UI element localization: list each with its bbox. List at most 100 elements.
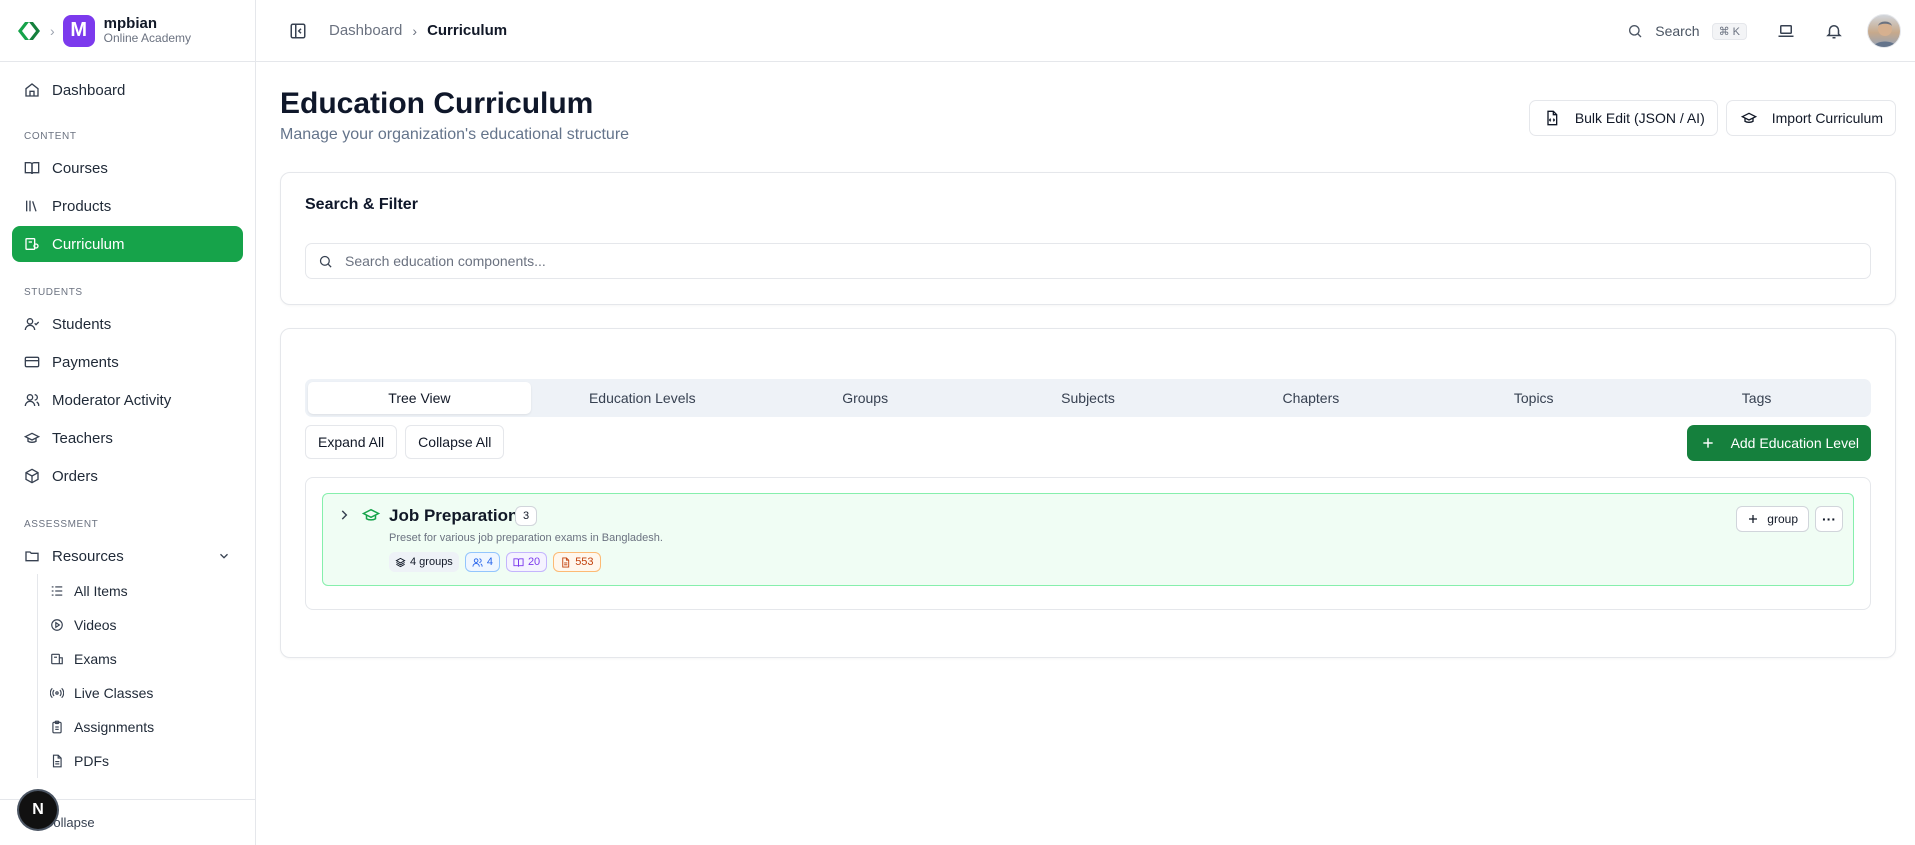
resources-subnav: All Items Videos Exams Live Classes Assi…	[37, 574, 243, 778]
tab-subjects[interactable]: Subjects	[977, 382, 1200, 414]
chevron-down-icon[interactable]	[217, 549, 231, 563]
tab-chapters[interactable]: Chapters	[1199, 382, 1422, 414]
bulk-edit-button[interactable]: Bulk Edit (JSON / AI)	[1528, 100, 1718, 136]
sidebar-item-label: Products	[52, 197, 112, 215]
chevron-right-icon: ›	[50, 22, 55, 39]
global-search-button[interactable]: Search ⌘ K	[1627, 22, 1747, 40]
sidebar-item-payments[interactable]: Payments	[12, 344, 243, 380]
users-icon	[472, 557, 483, 567]
node-description: Preset for various job preparation exams…	[389, 532, 663, 544]
tab-groups[interactable]: Groups	[754, 382, 977, 414]
org-switcher[interactable]: mpbian Online Academy	[104, 16, 191, 46]
graduation-cap-icon	[361, 508, 381, 521]
tab-tree-view[interactable]: Tree View	[308, 382, 531, 414]
file-code-icon	[1547, 110, 1558, 126]
org-subtitle: Online Academy	[103, 30, 192, 45]
folder-open-icon	[25, 551, 39, 562]
home-icon	[25, 83, 39, 97]
sidebar-item-assignments[interactable]: Assignments	[50, 710, 243, 744]
sidebar-item-label: Assignments	[74, 719, 155, 735]
sidebar-item-pdfs[interactable]: PDFs	[50, 744, 243, 778]
sidebar-item-dashboard[interactable]: Dashboard	[12, 72, 243, 108]
sidebar-item-students[interactable]: Students	[12, 306, 243, 342]
tab-tags[interactable]: Tags	[1645, 382, 1868, 414]
sidebar-item-live-classes[interactable]: Live Classes	[50, 676, 243, 710]
layers-icon	[395, 557, 406, 567]
breadcrumb-dashboard[interactable]: Dashboard	[329, 22, 402, 39]
section-label-content: CONTENT	[24, 130, 77, 142]
node-title: Job Preparation	[389, 506, 519, 525]
book-open-icon	[513, 557, 524, 567]
bell-icon[interactable]	[1825, 22, 1843, 40]
expand-all-button[interactable]: Expand All	[305, 425, 398, 459]
sidebar-item-curriculum[interactable]: Curriculum	[12, 226, 243, 262]
tab-topics[interactable]: Topics	[1422, 382, 1645, 414]
user-avatar[interactable]	[1867, 14, 1901, 48]
sidebar-item-orders[interactable]: Orders	[12, 458, 243, 494]
brand-logo-icon[interactable]	[16, 18, 42, 44]
package-icon	[25, 468, 39, 484]
add-group-button[interactable]: group	[1736, 506, 1809, 532]
sidebar-item-all-items[interactable]: All Items	[50, 574, 243, 608]
sidebar-header: › M mpbian Online Academy	[0, 0, 255, 62]
sidebar-item-label: Payments	[52, 353, 119, 371]
users-icon	[24, 394, 40, 407]
collapse-all-button[interactable]: Collapse All	[405, 425, 505, 459]
sidebar-item-courses[interactable]: Courses	[12, 150, 243, 186]
sidebar-item-label: Exams	[74, 651, 117, 667]
search-field	[305, 243, 1871, 279]
page-title: Education Curriculum	[280, 87, 594, 120]
plus-icon	[1749, 515, 1758, 523]
groups-count-badge: 4 groups	[389, 552, 459, 572]
add-education-level-label: Add Education Level	[1730, 435, 1859, 451]
file-text-icon	[562, 556, 570, 568]
sidebar-item-label: Teachers	[52, 429, 113, 447]
tab-education-levels[interactable]: Education Levels	[531, 382, 754, 414]
sidebar-item-label: PDFs	[74, 753, 109, 769]
sidebar-toggle-icon[interactable]	[289, 22, 307, 40]
import-curriculum-button[interactable]: Import Curriculum	[1725, 100, 1896, 136]
page-subtitle: Manage your organization's educational s…	[280, 126, 630, 143]
add-group-label: group	[1767, 512, 1798, 526]
topbar-actions: Search ⌘ K	[1627, 0, 1901, 62]
users-count-badge: 4	[464, 552, 500, 572]
curriculum-icon	[25, 238, 39, 250]
items-count-badge: 553	[553, 552, 601, 572]
sidebar-item-label: Resources	[52, 547, 124, 565]
sidebar-item-label: Dashboard	[52, 81, 126, 99]
sidebar-item-resources[interactable]: Resources	[12, 538, 243, 574]
users-count: 4	[486, 556, 493, 568]
org-logo[interactable]: M	[62, 14, 95, 47]
section-label-students: STUDENTS	[24, 286, 83, 298]
tree-node-education-level[interactable]: Job Preparation 3 Preset for various job…	[322, 493, 1854, 586]
sidebar-item-exams[interactable]: Exams	[50, 642, 243, 676]
chevron-right-icon[interactable]	[337, 508, 351, 522]
breadcrumb-current: Curriculum	[427, 22, 508, 39]
radio-icon	[50, 687, 64, 699]
items-count: 553	[575, 556, 594, 568]
dev-tools-badge[interactable]: N	[19, 791, 57, 829]
search-input[interactable]	[345, 244, 1870, 278]
topbar: Dashboard › Curriculum Search ⌘ K	[256, 0, 1915, 62]
sidebar-item-teachers[interactable]: Teachers	[12, 420, 243, 456]
tree-actions: Expand All Collapse All	[305, 425, 512, 459]
node-actions: group ···	[1730, 506, 1843, 532]
book-open-icon	[24, 162, 40, 175]
sidebar-item-label: Curriculum	[52, 235, 125, 253]
more-options-button[interactable]: ···	[1815, 506, 1843, 532]
header-actions: Bulk Edit (JSON / AI) Import Curriculum	[1521, 100, 1896, 136]
add-education-level-button[interactable]: Add Education Level	[1686, 425, 1871, 461]
section-label-assessment: ASSESSMENT	[24, 518, 99, 530]
sidebar-item-videos[interactable]: Videos	[50, 608, 243, 642]
sidebar-item-products[interactable]: Products	[12, 188, 243, 224]
laptop-icon[interactable]	[1777, 22, 1795, 40]
search-filter-title: Search & Filter	[305, 196, 418, 213]
search-filter-card: Search & Filter	[280, 172, 1896, 305]
search-label: Search	[1655, 23, 1700, 39]
sidebar-item-label: Videos	[74, 617, 117, 633]
sidebar-item-moderator-activity[interactable]: Moderator Activity	[12, 382, 243, 418]
plus-icon	[1702, 438, 1713, 448]
subjects-count-badge: 20	[505, 552, 548, 572]
list-icon	[51, 586, 63, 596]
sidebar-item-label: Moderator Activity	[52, 391, 172, 409]
